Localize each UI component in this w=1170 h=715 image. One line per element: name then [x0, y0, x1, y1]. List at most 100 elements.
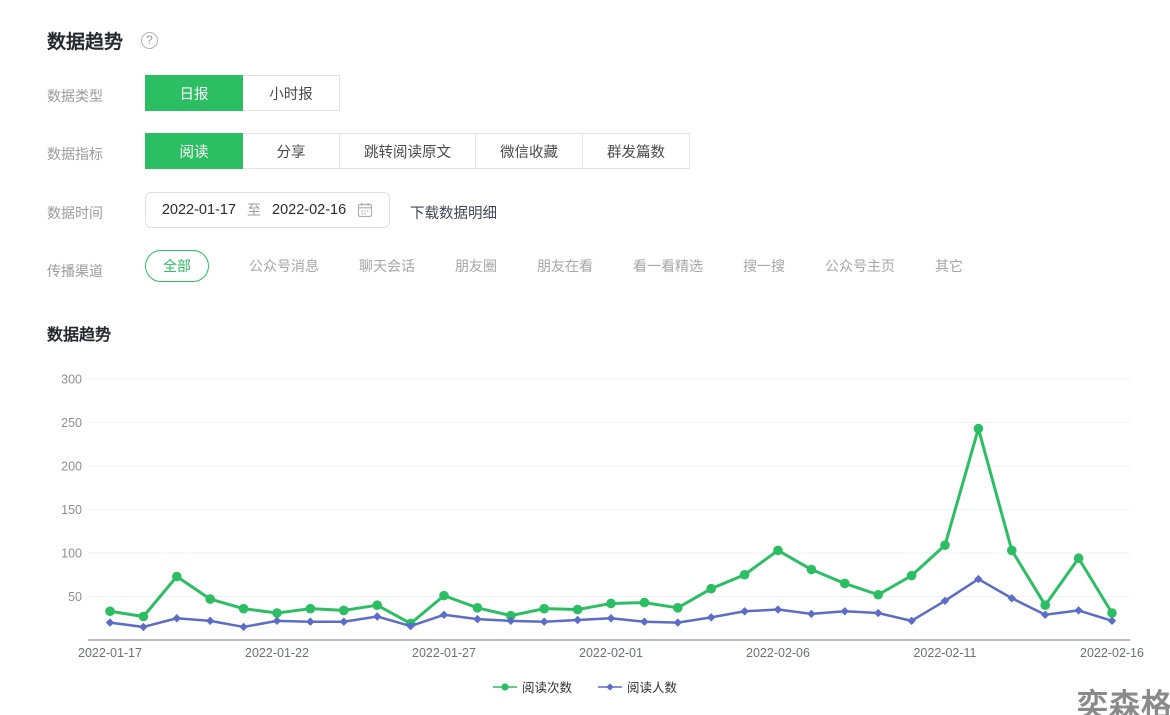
calendar-icon	[357, 202, 373, 218]
data-point[interactable]	[239, 622, 248, 632]
data-point[interactable]	[606, 614, 616, 623]
watermark-logo: 奕森格	[1077, 688, 1170, 715]
channel-option-1[interactable]: 公众号消息	[249, 256, 319, 276]
help-icon[interactable]: ?	[141, 32, 158, 49]
data-point[interactable]	[673, 603, 683, 613]
data-point[interactable]	[606, 598, 616, 609]
data-point[interactable]	[906, 570, 917, 581]
channel-option-2[interactable]: 聊天会话	[359, 256, 415, 276]
series-0-line	[108, 427, 1114, 625]
legend-item-0[interactable]: 阅读次数	[492, 677, 572, 696]
x-axis-tick-label: 2022-01-27	[412, 646, 476, 660]
data-point[interactable]	[1041, 610, 1050, 619]
data-point[interactable]	[172, 571, 182, 582]
data-point[interactable]	[205, 594, 215, 604]
data-point[interactable]	[172, 614, 181, 623]
data-point[interactable]	[773, 545, 783, 556]
x-axis-tick-label: 2022-01-22	[245, 646, 309, 660]
data-metric-option-0[interactable]: 阅读	[145, 133, 243, 169]
data-point[interactable]	[339, 605, 349, 616]
data-point[interactable]	[472, 603, 483, 613]
data-point[interactable]	[105, 606, 115, 617]
start-date: 2022-01-17	[161, 202, 236, 218]
data-point[interactable]	[1040, 600, 1050, 610]
y-axis-tick-label: 200	[61, 460, 82, 474]
date-range-picker[interactable]: 2022-01-17 至 2022-02-16	[145, 192, 390, 228]
data-point[interactable]	[572, 604, 583, 615]
date-separator: 至	[247, 202, 261, 218]
data-point[interactable]	[639, 597, 650, 608]
legend-label: 阅读次数	[521, 681, 572, 695]
data-point[interactable]	[640, 617, 649, 626]
data-point[interactable]	[305, 603, 316, 614]
data-point[interactable]	[1107, 608, 1117, 618]
x-axis-tick-label: 2022-01-17	[78, 646, 142, 660]
data-point[interactable]	[773, 605, 783, 614]
data-point[interactable]	[840, 607, 849, 616]
data-type-option-1[interactable]: 小时报	[242, 75, 340, 111]
chart-legend: 阅读次数 阅读人数	[0, 677, 1170, 696]
data-point[interactable]	[740, 607, 749, 616]
data-metric-option-1[interactable]: 分享	[242, 133, 340, 169]
data-type-option-0[interactable]: 日报	[145, 75, 243, 111]
data-metric-option-3[interactable]: 微信收藏	[475, 133, 583, 169]
data-point[interactable]	[673, 618, 682, 627]
data-point[interactable]	[105, 618, 115, 627]
data-point[interactable]	[707, 613, 716, 622]
data-point[interactable]	[372, 600, 383, 610]
data-point[interactable]	[238, 603, 249, 614]
end-date: 2022-02-16	[272, 202, 347, 218]
data-point[interactable]	[473, 614, 482, 624]
data-point[interactable]	[940, 540, 950, 550]
data-time-label: 数据时间	[47, 205, 103, 221]
data-point[interactable]	[339, 617, 348, 626]
data-point[interactable]	[139, 622, 148, 632]
data-metric-option-2[interactable]: 跳转阅读原文	[339, 133, 476, 169]
x-axis-tick-label: 2022-02-16	[1080, 646, 1144, 660]
channel-option-0[interactable]: 全部	[145, 250, 209, 282]
data-point[interactable]	[873, 589, 883, 600]
data-point[interactable]	[806, 564, 817, 575]
data-type-group: 日报 小时报	[145, 75, 340, 111]
channel-option-3[interactable]: 朋友圈	[455, 256, 497, 276]
y-axis-tick-label: 300	[61, 373, 82, 387]
data-point[interactable]	[874, 608, 883, 618]
download-data-link[interactable]: 下载数据明细	[410, 202, 497, 223]
channel-option-6[interactable]: 搜一搜	[743, 256, 785, 276]
legend-marker-icon	[598, 682, 622, 691]
data-point[interactable]	[306, 617, 315, 626]
channel-option-8[interactable]: 其它	[935, 256, 963, 276]
channel-option-7[interactable]: 公众号主页	[825, 256, 895, 276]
data-point[interactable]	[807, 609, 816, 619]
data-point[interactable]	[439, 610, 449, 619]
data-point[interactable]	[840, 578, 850, 589]
data-metric-group: 阅读 分享 跳转阅读原文 微信收藏 群发篇数	[145, 133, 690, 169]
data-point[interactable]	[138, 611, 149, 622]
data-metric-label: 数据指标	[47, 146, 103, 162]
data-point[interactable]	[706, 583, 716, 594]
data-point[interactable]	[272, 608, 282, 618]
trend-line-chart: 50 100 150 200 250 300 2022-01-17 2022-01-22 202…	[61, 373, 1144, 661]
page-title: 数据趋势	[47, 32, 124, 53]
data-point[interactable]	[540, 617, 549, 626]
data-point[interactable]	[739, 569, 750, 580]
channel-option-5[interactable]: 看一看精选	[633, 256, 703, 276]
data-point[interactable]	[573, 615, 582, 625]
data-type-label: 数据类型	[47, 88, 103, 104]
data-point[interactable]	[539, 603, 549, 614]
legend-item-1[interactable]: 阅读人数	[598, 677, 677, 696]
channel-option-4[interactable]: 朋友在看	[537, 256, 593, 276]
data-point[interactable]	[1074, 606, 1083, 615]
x-axis-tick-label: 2022-02-11	[913, 646, 976, 660]
data-point[interactable]	[206, 616, 215, 626]
data-point[interactable]	[1007, 545, 1017, 556]
data-point[interactable]	[973, 423, 984, 434]
data-point[interactable]	[439, 590, 449, 601]
data-point[interactable]	[272, 616, 282, 626]
data-trend-page: 数据趋势 ? 数据类型 日报 小时报 数据指标 阅读 分享 跳转阅读原文 微信收藏 群发篇…	[0, 0, 1170, 715]
data-point[interactable]	[373, 612, 382, 621]
y-axis-tick-label: 100	[61, 547, 82, 561]
data-metric-option-4[interactable]: 群发篇数	[582, 133, 690, 169]
data-point[interactable]	[1073, 553, 1084, 564]
data-point[interactable]	[1107, 616, 1117, 626]
